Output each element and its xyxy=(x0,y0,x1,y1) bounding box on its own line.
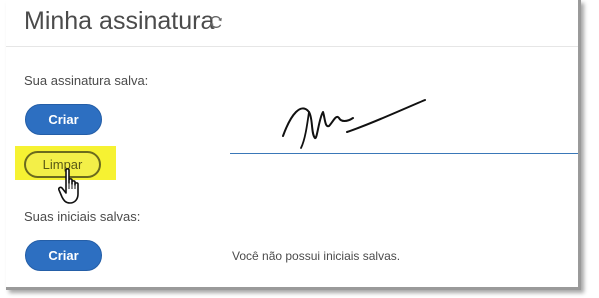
saved-signature-label: Sua assinatura salva: xyxy=(24,73,149,88)
page-title: Minha assinatura xyxy=(24,7,215,35)
no-initials-message: Você não possui iniciais salvas. xyxy=(232,249,401,263)
signature-settings-panel: Minha assinatura Sua assinatura salva: C… xyxy=(6,0,581,290)
hand-pointer-icon xyxy=(58,168,79,204)
header-divider xyxy=(6,46,578,47)
refresh-icon[interactable] xyxy=(208,14,224,30)
signature-baseline xyxy=(230,153,578,154)
saved-initials-label: Suas iniciais salvas: xyxy=(24,209,141,224)
create-signature-button[interactable]: Criar xyxy=(25,104,102,135)
signature-drawing xyxy=(282,99,426,149)
create-initials-button[interactable]: Criar xyxy=(25,240,102,271)
